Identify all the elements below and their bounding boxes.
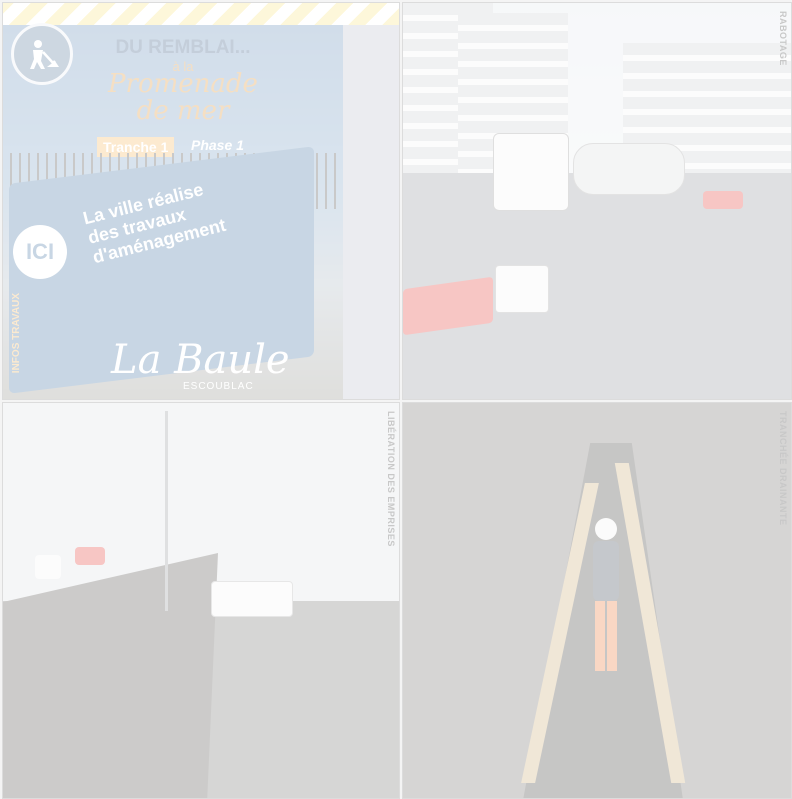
- caption-rabotage: RABOTAGE: [778, 11, 788, 66]
- road-works-scene: [3, 403, 399, 798]
- truck-tank: [573, 143, 685, 195]
- caption-tranchee: TRANCHÉE DRAINANTE: [778, 411, 788, 526]
- poster-promenade: Promenade de mer: [83, 71, 283, 125]
- white-barrier: [211, 581, 293, 617]
- escoublac-logo-text: ESCOUBLAC: [183, 381, 254, 392]
- white-barrier: [495, 265, 549, 313]
- phase-tag: Phase 1: [191, 137, 244, 153]
- caption-liberation: LIBÉRATION DES EMPRISES: [386, 411, 396, 547]
- photo-tile-poster[interactable]: DU REMBLAI... à la Promenade de mer Tran…: [2, 2, 400, 400]
- red-barrier: [703, 191, 743, 209]
- photo-tile-tranchee[interactable]: TRANCHÉE DRAINANTE: [402, 402, 792, 799]
- street-truck-scene: [403, 3, 791, 399]
- la-baule-logo: La Baule: [111, 337, 290, 383]
- poster-side-panel: [343, 25, 399, 399]
- worker-figure: [593, 518, 619, 671]
- poster-title: DU REMBLAI...: [115, 37, 251, 58]
- white-barrier: [35, 555, 61, 579]
- red-barrier: [75, 547, 105, 565]
- promenade-line-2: de mer: [136, 96, 230, 126]
- ici-badge: ICI: [13, 225, 67, 279]
- trench-scene: [403, 403, 791, 798]
- infos-travaux-label: INFOS TRAVAUX: [11, 293, 22, 374]
- truck-cab: [493, 133, 569, 211]
- promenade-line-1: Promenade: [108, 69, 258, 99]
- poster-scene: DU REMBLAI... à la Promenade de mer Tran…: [3, 3, 399, 399]
- photo-tile-rabotage[interactable]: RABOTAGE: [402, 2, 792, 400]
- photo-tile-liberation[interactable]: LIBÉRATION DES EMPRISES: [2, 402, 400, 799]
- hazard-stripe: [3, 3, 399, 25]
- street-lamp: [165, 411, 168, 611]
- worker-digging-icon: [11, 23, 73, 85]
- photo-grid: DU REMBLAI... à la Promenade de mer Tran…: [2, 2, 792, 799]
